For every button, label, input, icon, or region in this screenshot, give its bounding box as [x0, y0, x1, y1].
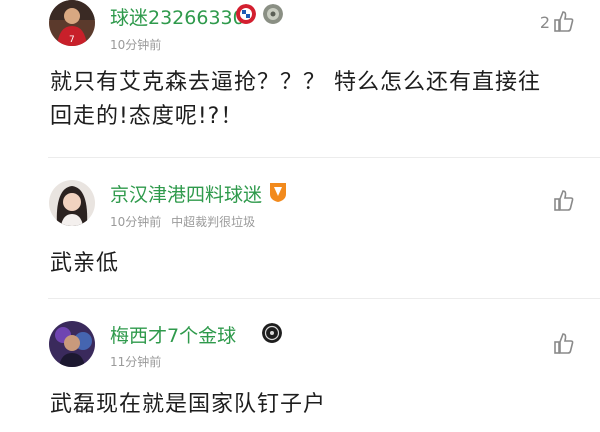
comment-item: 京汉津港四料球迷 10分钟前 中超裁判很垃圾 武亲低	[0, 158, 600, 299]
svg-text:7: 7	[69, 35, 75, 45]
comment-text: 武亲低	[50, 247, 119, 281]
like-button[interactable]	[550, 332, 574, 354]
like-button[interactable]	[550, 189, 574, 211]
comment-meta: 10分钟前 中超裁判很垃圾	[110, 213, 255, 230]
team-badge-icon	[263, 4, 283, 24]
comment-text: 武磊现在就是国家队钉子户	[50, 388, 326, 422]
comment-item: 梅西才7个金球 11分钟前 武磊现在就是国家队钉子户	[0, 299, 600, 432]
user-avatar[interactable]	[49, 180, 95, 226]
comment-text-line: 武亲低	[50, 251, 120, 276]
comment-meta: 10分钟前	[110, 36, 161, 53]
thumbs-up-icon	[554, 189, 574, 211]
comment-text: 就只有艾克森去逼抢？？？ 特么怎么还有直接往 回走的!态度呢!?！	[50, 66, 541, 134]
team-badge-icon	[262, 323, 282, 343]
user-avatar[interactable]: 7	[49, 0, 95, 46]
reply-to-text[interactable]: 中超裁判很垃圾	[171, 215, 255, 229]
comment-time: 10分钟前	[110, 38, 162, 52]
username[interactable]: 京汉津港四料球迷	[110, 180, 262, 207]
username[interactable]: 球迷23266330	[110, 3, 245, 30]
bayern-badge-icon	[236, 4, 256, 24]
like-count: 2	[539, 13, 550, 32]
comment-text-line: 回走的!态度呢!?！	[50, 104, 244, 129]
comment-time: 10分钟前	[110, 215, 162, 229]
comment-item: 7 球迷23266330 10分钟前 2 就只有艾克森去逼抢？？？ 特么怎么还有	[0, 0, 600, 158]
comment-meta: 11分钟前	[110, 353, 161, 370]
comment-text-line: 武磊现在就是国家队钉子户	[50, 392, 327, 417]
user-avatar[interactable]	[49, 321, 95, 367]
comment-time: 11分钟前	[110, 355, 162, 369]
username[interactable]: 梅西才7个金球	[110, 321, 236, 348]
thumbs-up-icon	[554, 332, 574, 354]
like-button[interactable]: 2	[540, 10, 574, 32]
shandong-badge-icon	[268, 182, 288, 202]
thumbs-up-icon	[554, 10, 574, 32]
comment-text-line: 就只有艾克森去逼抢？？？ 特么怎么还有直接往	[50, 70, 541, 95]
